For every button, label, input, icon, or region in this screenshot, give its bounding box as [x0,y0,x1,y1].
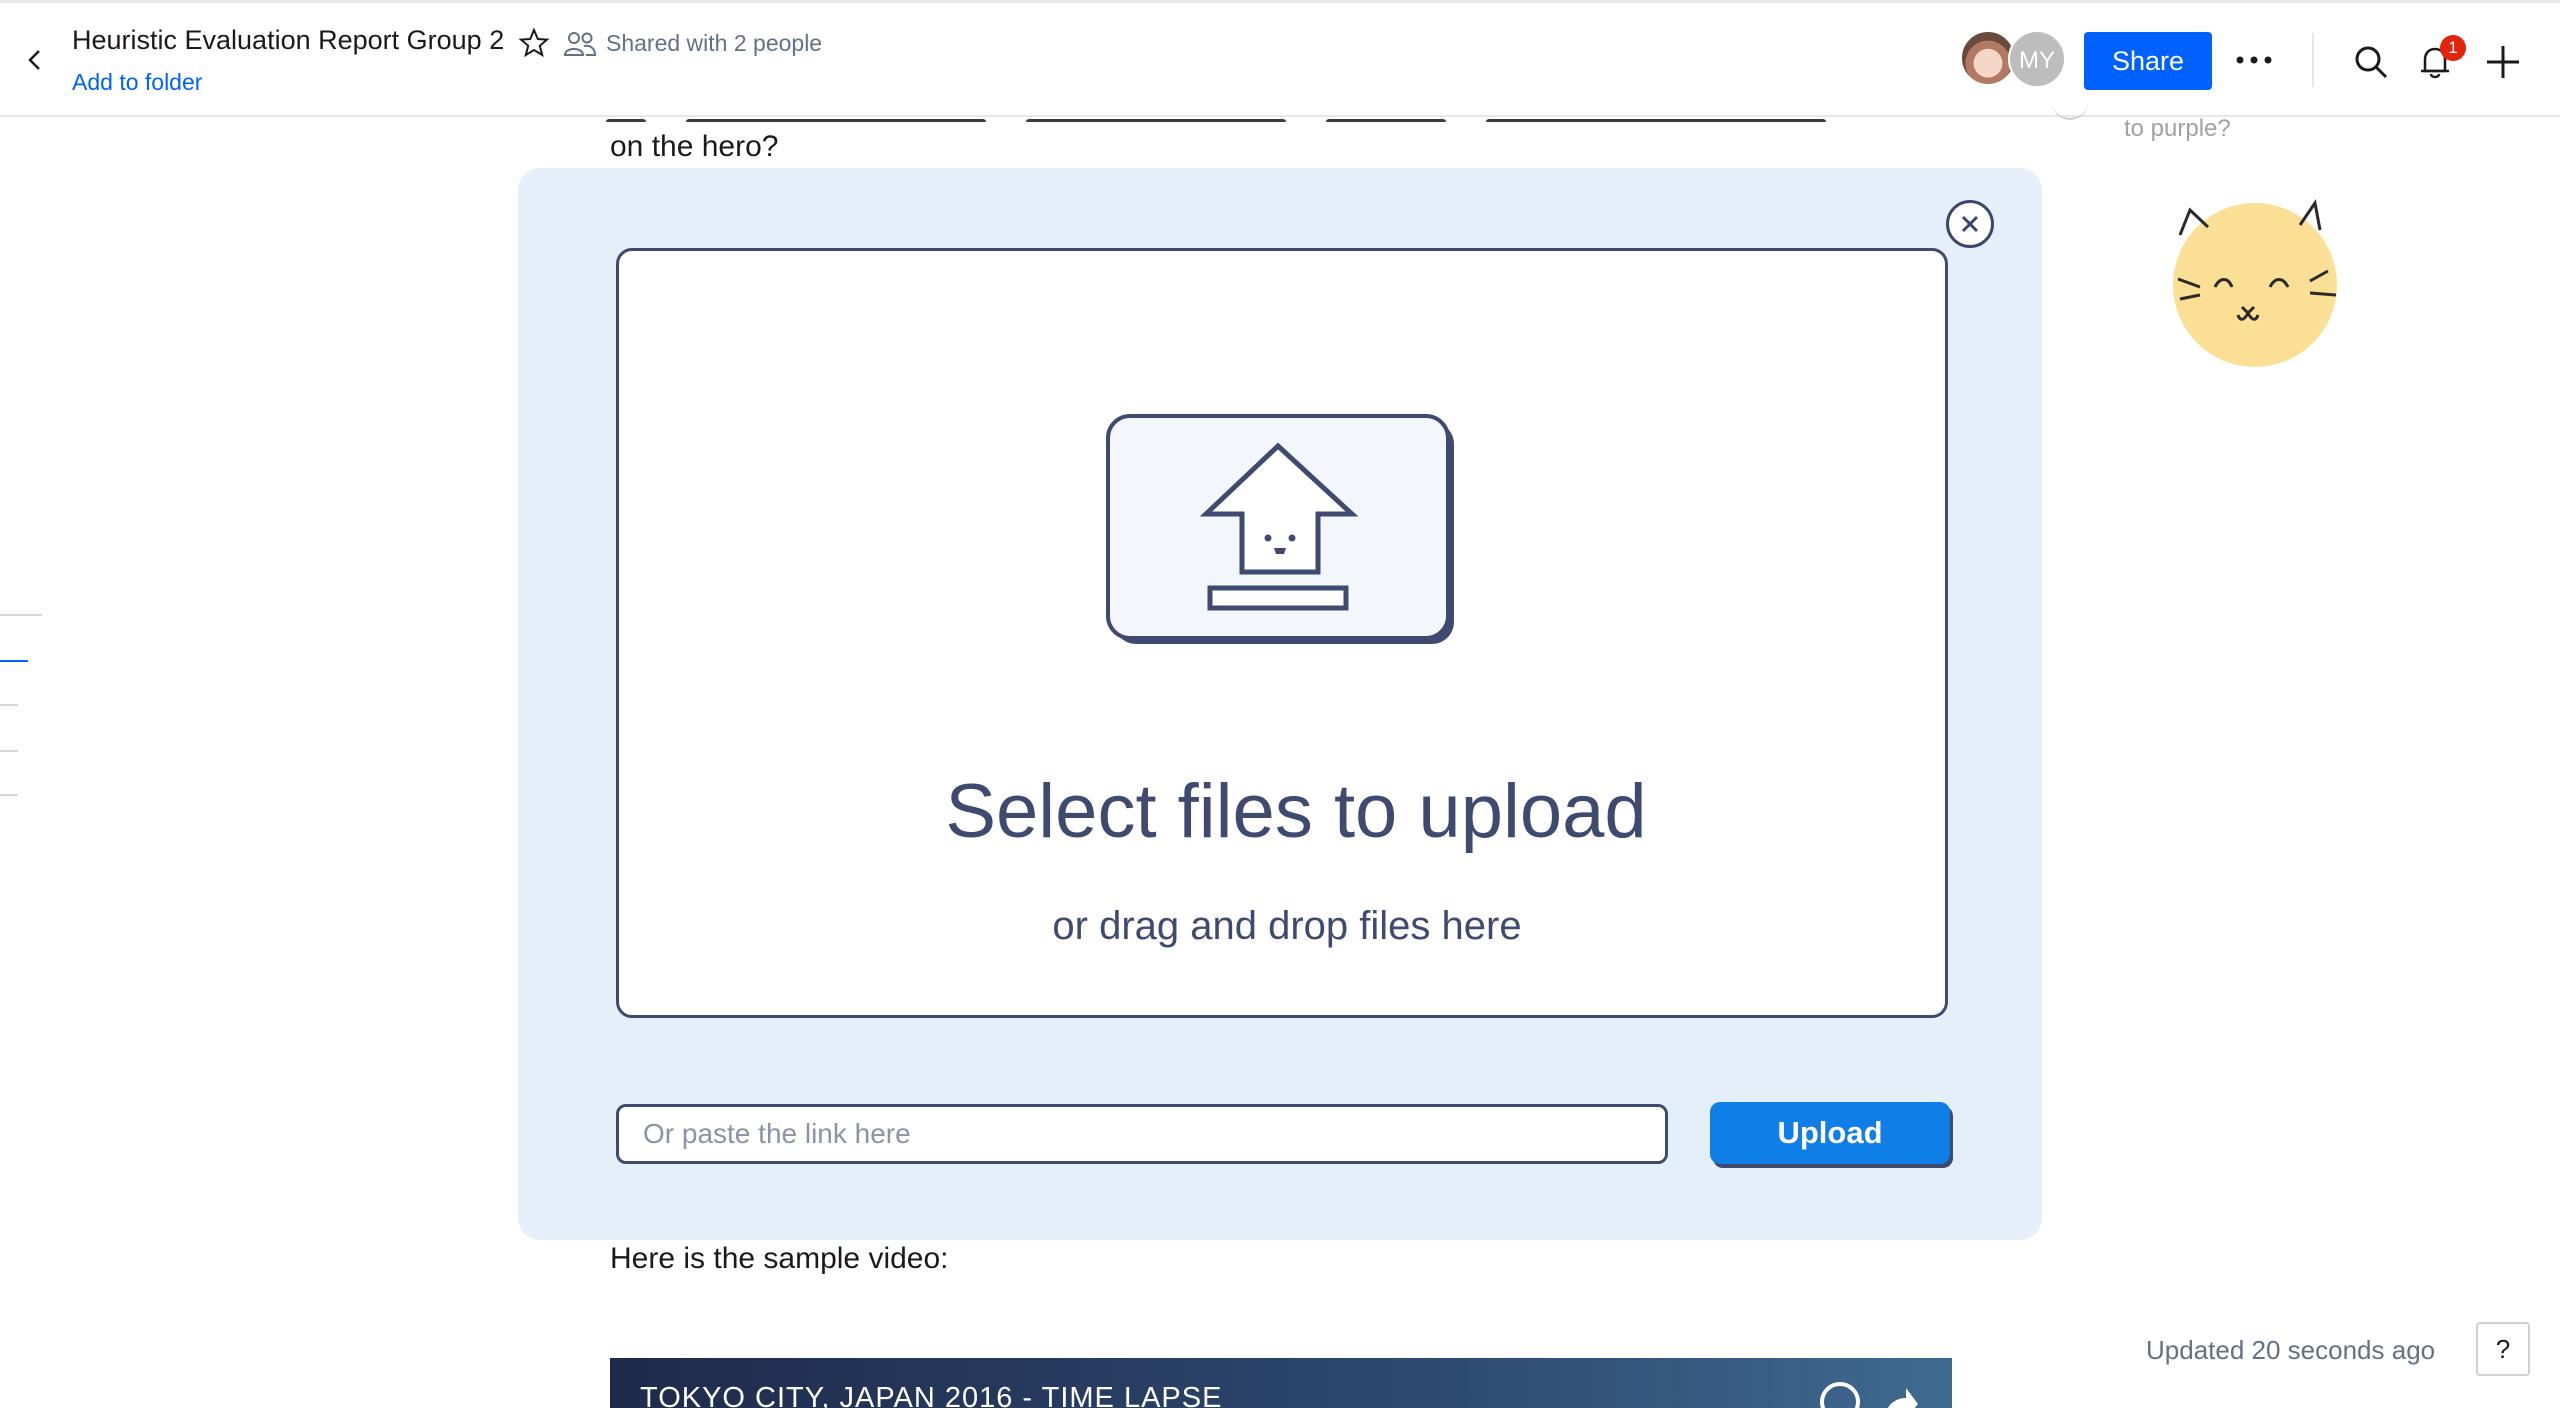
cut-off-text-line [606,112,1946,122]
document-title: Heuristic Evaluation Report Group 2 [72,25,505,55]
updated-status: Updated 20 seconds ago [2146,1335,2436,1365]
plus-icon[interactable] [2482,41,2524,83]
share-arrow-icon[interactable] [1880,1384,1920,1408]
comment-text-fragment[interactable]: to purple? [2124,115,2231,143]
star-icon[interactable] [518,27,550,59]
upload-icon [1106,414,1454,644]
toc-item[interactable] [0,750,18,752]
notification-badge: 1 [2440,35,2466,61]
share-button[interactable]: Share [2084,32,2212,90]
more-options-icon[interactable] [2232,45,2276,75]
toc-item[interactable] [0,794,18,796]
header-divider [2312,33,2314,87]
video-embed[interactable]: TOKYO CITY, JAPAN 2016 - TIME LAPSE [610,1358,1952,1408]
page: Heuristic Evaluation Report Group 2 Shar… [0,0,2560,1408]
add-to-folder-link[interactable]: Add to folder [72,69,202,96]
close-icon[interactable] [1949,203,1991,245]
upload-button[interactable]: Upload [1710,1102,1950,1164]
back-arrow-icon[interactable] [20,45,50,75]
search-icon[interactable] [2352,43,2390,81]
cat-illustration [2173,199,2337,367]
avatar-initials[interactable]: MY [2008,30,2066,88]
paste-link-input[interactable] [616,1104,1668,1164]
upload-subtitle: or drag and drop files here [1052,904,1522,948]
header: Heuristic Evaluation Report Group 2 Shar… [0,3,2560,117]
video-title: TOKYO CITY, JAPAN 2016 - TIME LAPSE [640,1382,1223,1408]
toc-item[interactable] [0,614,42,616]
document-text-line: on the hero? [610,130,779,163]
toc-item-active[interactable] [0,660,28,662]
clock-icon[interactable] [1820,1382,1860,1408]
shared-with-text[interactable]: Shared with 2 people [606,30,822,57]
upload-title: Select files to upload [945,769,1647,854]
toc-item[interactable] [0,704,18,706]
document-text-line: Here is the sample video: [610,1242,949,1275]
close-modal-button[interactable] [1946,200,1994,248]
people-icon [563,32,597,56]
help-button[interactable]: ? [2476,1322,2530,1376]
